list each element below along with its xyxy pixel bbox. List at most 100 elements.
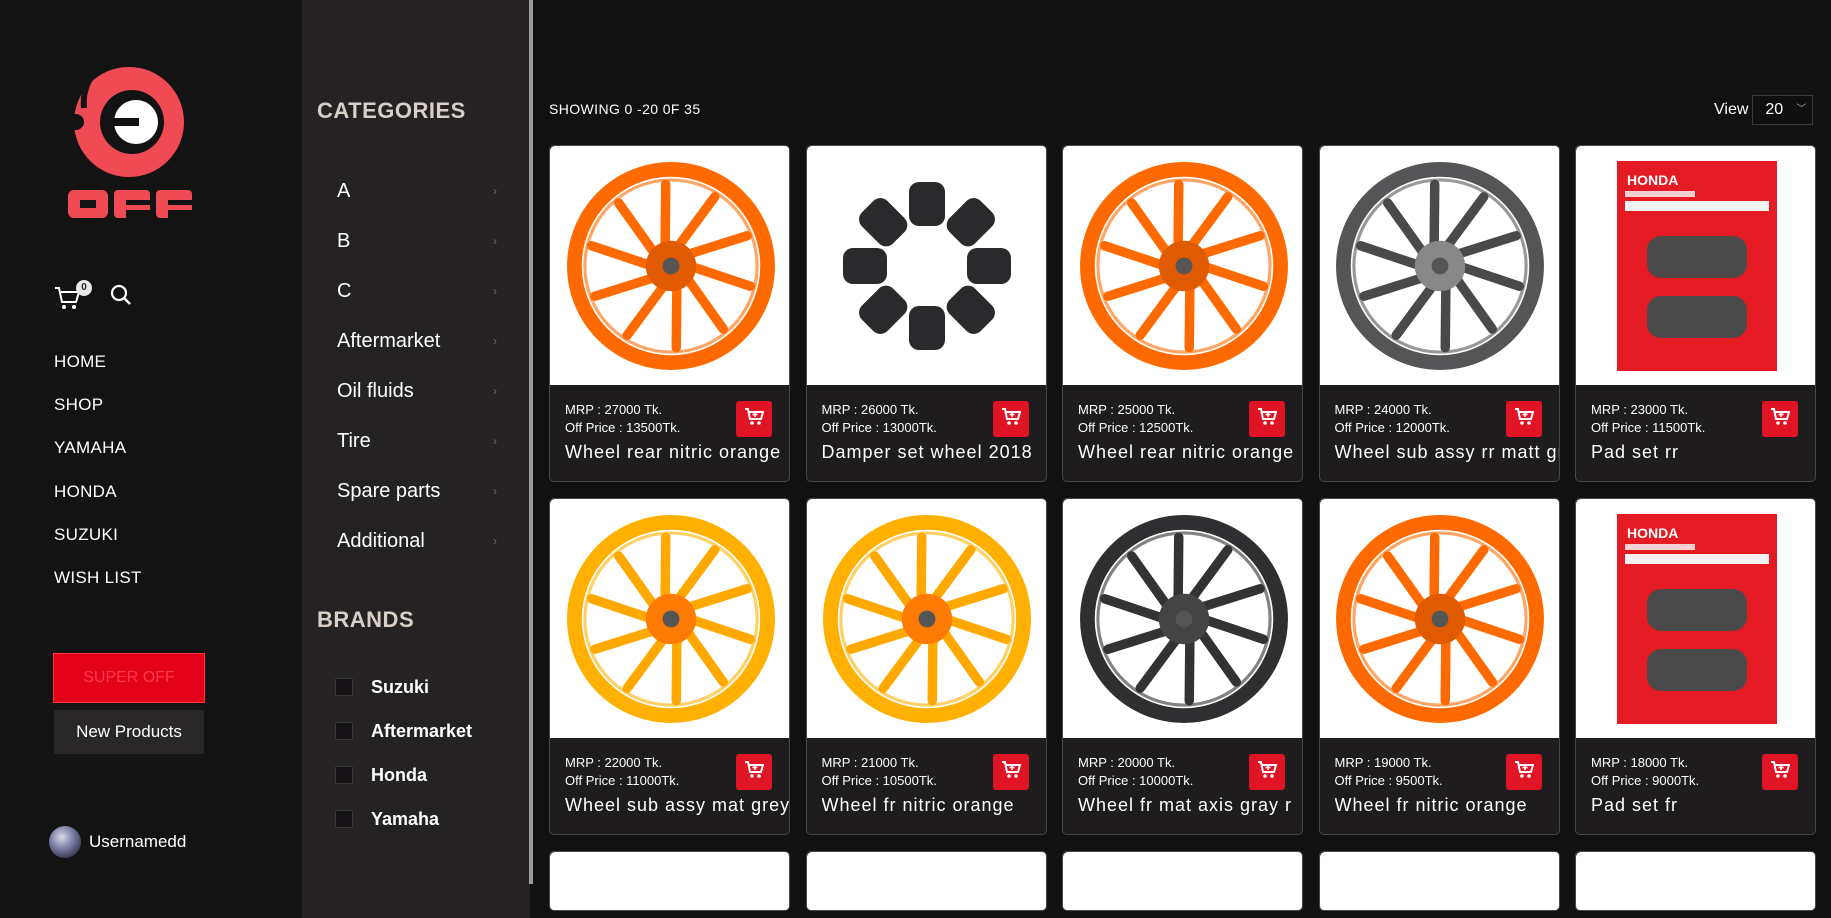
product-card[interactable]: MRP : 21000 Tk. Off Price : 10500Tk. Whe…: [805, 498, 1047, 835]
product-card[interactable]: MRP : 19000 Tk. Off Price : 9500Tk. Whee…: [1318, 498, 1560, 835]
product-off-price: Off Price : 9000Tk.: [1591, 773, 1700, 788]
category-item[interactable]: Additional ›: [337, 516, 497, 566]
product-card[interactable]: MRP : 20000 Tk. Off Price : 10000Tk. Whe…: [1062, 498, 1303, 835]
product-image[interactable]: [550, 499, 789, 738]
add-to-cart-button[interactable]: [1762, 754, 1798, 790]
product-name[interactable]: Damper set wheel 2018: [822, 442, 1046, 463]
product-image[interactable]: [1063, 499, 1302, 738]
product-card[interactable]: [1318, 851, 1560, 911]
product-off-price: Off Price : 9500Tk.: [1334, 773, 1443, 788]
category-item[interactable]: A ›: [337, 166, 497, 216]
off-logo[interactable]: [64, 50, 204, 230]
product-image[interactable]: [1063, 146, 1302, 385]
product-image[interactable]: [806, 146, 1046, 385]
add-to-cart-button[interactable]: [1762, 401, 1798, 437]
brand-label: Suzuki: [371, 676, 430, 697]
product-mrp: MRP : 19000 Tk.: [1334, 755, 1432, 770]
add-to-cart-icon: [1514, 760, 1534, 784]
brand-item[interactable]: Suzuki: [335, 665, 472, 709]
product-card[interactable]: MRP : 25000 Tk. Off Price : 12500Tk. Whe…: [1062, 145, 1303, 482]
product-card[interactable]: [1575, 851, 1816, 911]
brand-label: Honda: [371, 764, 427, 785]
sidebar-scrollbar[interactable]: [529, 0, 533, 884]
product-card[interactable]: MRP : 27000 Tk. Off Price : 13500Tk. Whe…: [549, 145, 790, 482]
product-off-price: Off Price : 11000Tk.: [565, 773, 680, 788]
brand-item[interactable]: Honda: [335, 753, 472, 797]
product-name[interactable]: Pad set fr: [1591, 795, 1815, 816]
menu-item-honda[interactable]: HONDA: [54, 482, 142, 525]
new-products-button[interactable]: New Products: [54, 710, 204, 754]
add-to-cart-button[interactable]: [1249, 754, 1285, 790]
product-off-price: Off Price : 13500Tk.: [565, 420, 681, 435]
product-card[interactable]: HONDA MRP : 23000 Tk. Off Price : 11500T…: [1575, 145, 1816, 482]
product-image[interactable]: [1319, 852, 1559, 910]
category-item[interactable]: C ›: [337, 266, 497, 316]
brand-checkbox[interactable]: [335, 810, 353, 828]
product-card[interactable]: HONDA MRP : 18000 Tk. Off Price : 9000Tk…: [1575, 498, 1816, 835]
category-item[interactable]: Oil fluids ›: [337, 366, 497, 416]
super-off-button[interactable]: SUPER OFF: [53, 653, 205, 703]
chevron-down-icon: ﹀: [1796, 104, 1807, 115]
user-profile[interactable]: Usernamedd: [49, 826, 186, 858]
product-name[interactable]: Wheel sub assy rr matt gray: [1335, 442, 1559, 463]
product-image[interactable]: [550, 852, 789, 910]
product-name[interactable]: Wheel sub assy mat grey: [565, 795, 789, 816]
menu-item-shop[interactable]: SHOP: [54, 395, 142, 438]
product-image[interactable]: HONDA: [1576, 499, 1815, 738]
add-to-cart-icon: [1770, 407, 1791, 431]
menu-item-wish-list[interactable]: WISH LIST: [54, 568, 142, 611]
cart-button[interactable]: 0: [54, 279, 92, 310]
product-name[interactable]: Wheel fr nitric orange: [1335, 795, 1559, 816]
brand-checkbox[interactable]: [335, 722, 353, 740]
product-image[interactable]: [806, 499, 1046, 738]
product-card[interactable]: [805, 851, 1047, 911]
add-to-cart-button[interactable]: [992, 401, 1029, 437]
product-image[interactable]: [1319, 499, 1559, 738]
add-to-cart-button[interactable]: [1249, 401, 1285, 437]
category-item[interactable]: Tire ›: [337, 416, 497, 466]
left-navigation: 0 HOME SHOP YAMAHA HONDA SUZUKI WISH LIS…: [0, 0, 302, 918]
search-button[interactable]: [110, 284, 132, 311]
brand-checkbox[interactable]: [335, 678, 353, 696]
add-to-cart-button[interactable]: [1505, 754, 1542, 790]
product-image[interactable]: [1063, 852, 1302, 910]
add-to-cart-button[interactable]: [1505, 401, 1542, 437]
product-card[interactable]: [549, 851, 790, 911]
product-name[interactable]: Wheel rear nitric orange: [565, 442, 789, 463]
product-mrp: MRP : 21000 Tk.: [821, 755, 919, 770]
chevron-right-icon: ›: [493, 334, 497, 348]
brand-checkbox[interactable]: [335, 766, 353, 784]
product-name[interactable]: Wheel fr mat axis gray r: [1078, 795, 1302, 816]
menu-item-suzuki[interactable]: SUZUKI: [54, 525, 142, 568]
product-card[interactable]: MRP : 24000 Tk. Off Price : 12000Tk. Whe…: [1318, 145, 1560, 482]
product-image[interactable]: [806, 852, 1046, 910]
product-name[interactable]: Wheel fr nitric orange: [822, 795, 1046, 816]
product-name[interactable]: Wheel rear nitric orange: [1078, 442, 1302, 463]
product-off-price: Off Price : 10500Tk.: [821, 773, 937, 788]
category-item[interactable]: Aftermarket ›: [337, 316, 497, 366]
add-to-cart-button[interactable]: [992, 754, 1029, 790]
product-image[interactable]: [550, 146, 789, 385]
add-to-cart-button[interactable]: [736, 401, 772, 437]
categories-title: CATEGORIES: [317, 98, 466, 123]
cart-count-badge: 0: [76, 279, 92, 296]
product-card[interactable]: [1062, 851, 1303, 911]
product-card[interactable]: MRP : 22000 Tk. Off Price : 11000Tk. Whe…: [549, 498, 790, 835]
add-to-cart-icon: [744, 407, 765, 431]
product-card[interactable]: MRP : 26000 Tk. Off Price : 13000Tk. Dam…: [805, 145, 1047, 482]
add-to-cart-button[interactable]: [736, 754, 772, 790]
product-image[interactable]: [1319, 146, 1559, 385]
product-off-price: Off Price : 13000Tk.: [821, 420, 937, 435]
product-image[interactable]: [1576, 852, 1815, 910]
menu-item-home[interactable]: HOME: [54, 352, 142, 395]
brand-item[interactable]: Yamaha: [335, 797, 472, 841]
brand-item[interactable]: Aftermarket: [335, 709, 472, 753]
product-name[interactable]: Pad set rr: [1591, 442, 1815, 463]
category-item[interactable]: B ›: [337, 216, 497, 266]
category-label: Aftermarket: [337, 329, 441, 352]
add-to-cart-icon: [1001, 760, 1021, 784]
category-item[interactable]: Spare parts ›: [337, 466, 497, 516]
menu-item-yamaha[interactable]: YAMAHA: [54, 438, 142, 481]
product-image[interactable]: HONDA: [1576, 146, 1815, 385]
view-per-page-select[interactable]: 20 ﹀: [1752, 95, 1814, 125]
